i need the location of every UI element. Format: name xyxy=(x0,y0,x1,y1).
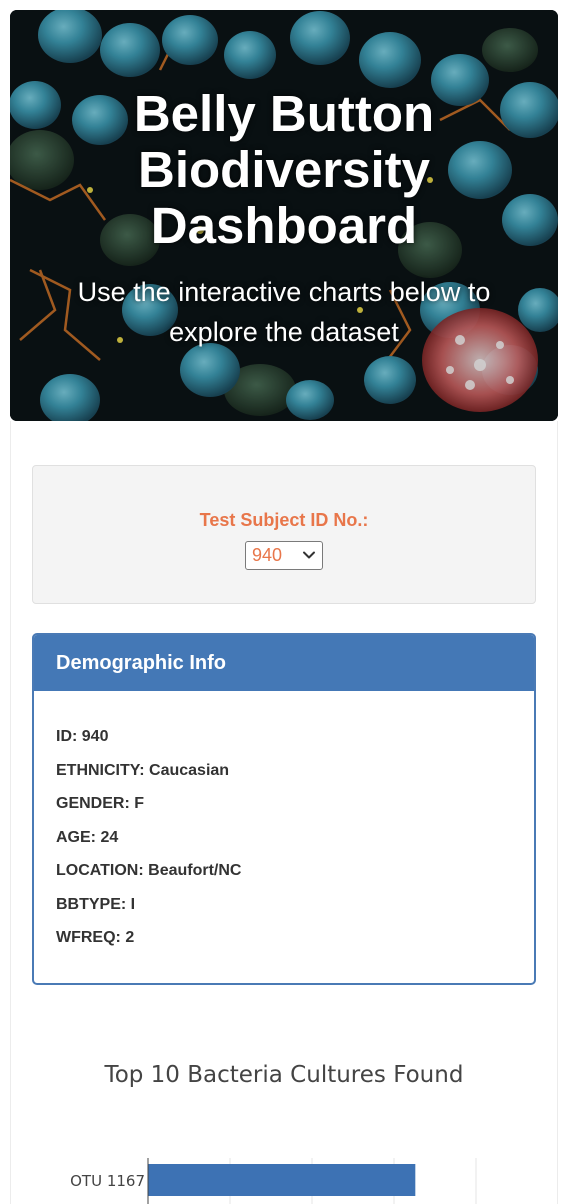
demographic-info-body: ID: 940 ETHNICITY: Caucasian GENDER: F A… xyxy=(34,691,534,962)
demographic-row-ethnicity: ETHNICITY: Caucasian xyxy=(56,761,230,779)
demographic-info-panel: Demographic Info ID: 940 ETHNICITY: Cauc… xyxy=(32,633,536,985)
subject-id-dropdown[interactable]: 940 xyxy=(245,541,323,570)
demographic-row-id: ID: 940 xyxy=(56,728,109,745)
demographic-row-location: LOCATION: Beaufort/NC xyxy=(56,862,242,879)
demographic-row-age: AGE: 24 xyxy=(56,828,119,846)
bar-chart-bar[interactable] xyxy=(148,1164,416,1196)
subject-selector-well: Test Subject ID No.: 940 xyxy=(32,465,536,604)
bar-chart-title: Top 10 Bacteria Cultures Found xyxy=(104,1062,464,1088)
bar-chart-category-label: OTU 1167 xyxy=(70,1172,145,1190)
demographic-row-bbtype: BBTYPE: I xyxy=(56,895,136,913)
header-text: Belly Button Biodiversity Dashboard Use … xyxy=(10,10,558,421)
chevron-down-icon xyxy=(303,551,315,559)
page-title: Belly Button Biodiversity Dashboard xyxy=(133,85,435,254)
page-subtitle: Use the interactive charts below to expl… xyxy=(77,277,491,347)
demographic-row-gender: GENDER: F xyxy=(56,795,144,812)
subject-id-selected-value: 940 xyxy=(252,545,283,565)
bar-chart: OTU 1167 xyxy=(10,1140,558,1204)
demographic-row-wfreq: WFREQ: 2 xyxy=(56,929,135,946)
subject-selector-label: Test Subject ID No.: xyxy=(199,510,369,530)
demographic-info-heading: Demographic Info xyxy=(34,635,534,691)
dashboard-page: Belly Button Biodiversity Dashboard Use … xyxy=(0,0,570,1204)
bar-chart-svg: OTU 1167 xyxy=(70,1158,477,1204)
header-banner: Belly Button Biodiversity Dashboard Use … xyxy=(10,10,558,421)
